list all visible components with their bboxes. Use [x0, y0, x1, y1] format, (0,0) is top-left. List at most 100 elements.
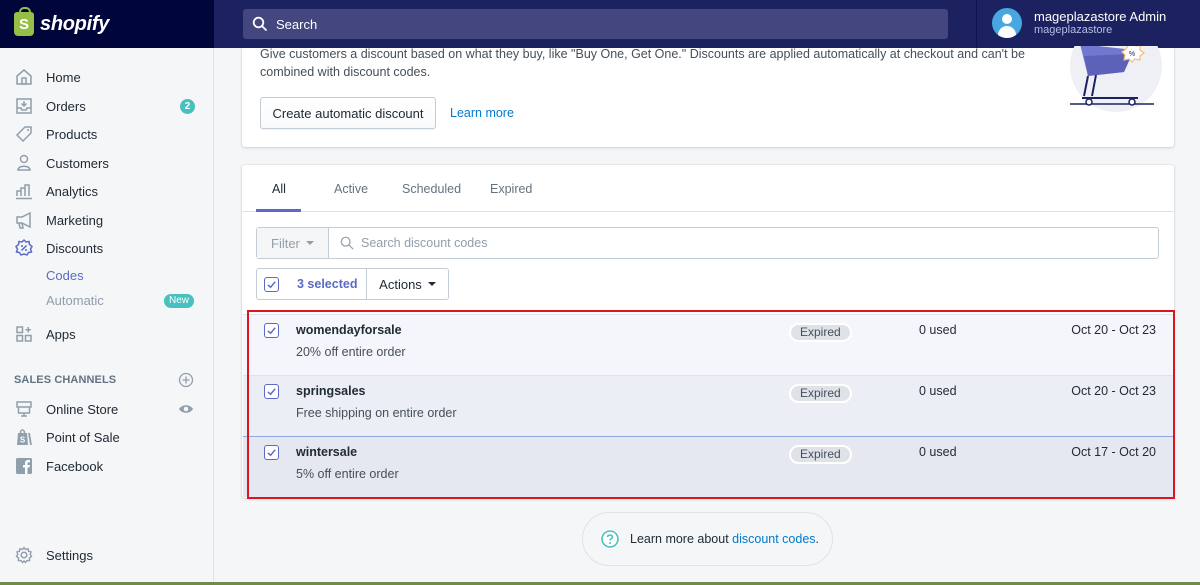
avatar — [992, 8, 1022, 38]
account-divider — [976, 0, 977, 48]
new-badge: New — [164, 294, 195, 308]
tab-expired[interactable]: Expired — [490, 182, 532, 196]
checkmark-icon — [267, 327, 276, 335]
table-row[interactable]: womendayforsale 20% off entire order Exp… — [243, 314, 1173, 375]
sidebar-item-home[interactable]: Home — [0, 64, 213, 90]
status-badge: Expired — [789, 445, 852, 464]
table-row[interactable]: wintersale 5% off entire order Expired 0… — [243, 436, 1173, 497]
date-range: Oct 20 - Oct 23 — [1071, 384, 1156, 398]
active-tab-indicator — [256, 209, 301, 212]
sidebar-item-discounts[interactable]: Discounts — [0, 235, 213, 261]
actions-label: Actions — [379, 276, 422, 292]
account-store: mageplazastore — [1034, 24, 1113, 36]
logo-text: shopify — [40, 12, 110, 35]
date-range: Oct 17 - Oct 20 — [1071, 445, 1156, 459]
sidebar-item-settings[interactable]: Settings — [0, 542, 213, 568]
usage-count: 0 used — [919, 445, 957, 459]
discount-summary: 20% off entire order — [296, 345, 406, 359]
search-placeholder: Search — [276, 16, 318, 32]
status-badge: Expired — [789, 384, 852, 403]
discount-summary: Free shipping on entire order — [296, 406, 457, 420]
sidebar-item-analytics[interactable]: Analytics — [0, 178, 213, 204]
search-icon — [252, 16, 268, 32]
shopping-cart-illustration: % — [1070, 46, 1162, 112]
sidebar-item-apps[interactable]: Apps — [0, 321, 213, 347]
discount-codes-link[interactable]: discount codes — [732, 532, 815, 546]
date-range: Oct 20 - Oct 23 — [1071, 323, 1156, 337]
orders-icon — [14, 96, 34, 116]
select-all-toggle[interactable]: 3 selected — [257, 269, 367, 299]
tab-active[interactable]: Active — [334, 182, 368, 196]
automatic-discount-description: Give customers a discount based on what … — [260, 47, 1025, 79]
tab-scheduled[interactable]: Scheduled — [402, 182, 461, 196]
person-icon — [14, 153, 34, 173]
sidebar-subitem-codes[interactable]: Codes — [46, 268, 84, 283]
filter-bar: Filter Search discount codes — [256, 227, 1159, 259]
checkmark-icon — [267, 449, 276, 457]
learn-more-link[interactable]: Learn more — [450, 106, 514, 120]
row-checkbox[interactable] — [264, 384, 279, 399]
tab-all[interactable]: All — [272, 182, 286, 196]
account-name: mageplazastore Admin — [1034, 9, 1167, 24]
discount-tabs: All Active Scheduled Expired — [242, 165, 1174, 212]
apps-icon — [14, 324, 34, 344]
sidebar-label: Settings — [46, 547, 93, 563]
add-channel-icon[interactable] — [178, 372, 194, 388]
view-store-eye-icon[interactable] — [178, 401, 194, 417]
status-badge: Expired — [789, 323, 852, 342]
shopify-bag-icon: S — [14, 7, 34, 36]
selected-count: 3 selected — [297, 277, 358, 291]
discount-icon — [14, 238, 34, 258]
account-menu[interactable]: mageplazastore Admin mageplazastore — [992, 8, 1166, 38]
sidebar-subitem-automatic[interactable]: Automatic — [46, 293, 104, 308]
usage-count: 0 used — [919, 323, 957, 337]
global-search-input[interactable]: Search — [243, 9, 948, 39]
bulk-actions-bar: 3 selected Actions — [256, 268, 449, 300]
discount-code-name[interactable]: womendayforsale — [296, 323, 402, 337]
sidebar-item-customers[interactable]: Customers — [0, 150, 213, 176]
orders-count-badge: 2 — [180, 98, 195, 114]
sidebar-item-products[interactable]: Products — [0, 121, 213, 147]
pos-bag-icon: S — [14, 427, 34, 447]
checkmark-icon — [267, 280, 276, 288]
filter-label: Filter — [271, 235, 300, 251]
sidebar: Home Orders 2 Products Customers Analyti… — [0, 48, 214, 585]
sidebar-item-point-of-sale[interactable]: S Point of Sale — [0, 424, 213, 450]
usage-count: 0 used — [919, 384, 957, 398]
sidebar-item-marketing[interactable]: Marketing — [0, 207, 213, 233]
discount-codes-card: All Active Scheduled Expired Filter Sear… — [242, 165, 1174, 498]
sidebar-label: Marketing — [46, 212, 104, 228]
sidebar-label: Orders — [46, 98, 86, 114]
row-checkbox[interactable] — [264, 323, 279, 338]
row-checkbox[interactable] — [264, 445, 279, 460]
create-automatic-discount-button[interactable]: Create automatic discount — [260, 97, 436, 129]
sidebar-label: Analytics — [46, 183, 99, 199]
search-discount-codes-input[interactable]: Search discount codes — [329, 228, 487, 258]
sidebar-label: Home — [46, 69, 81, 85]
sidebar-label: Discounts — [46, 240, 104, 256]
help-footer: Learn more about discount codes. — [582, 512, 833, 566]
discount-code-name[interactable]: wintersale — [296, 445, 357, 459]
filter-dropdown[interactable]: Filter — [257, 228, 329, 258]
discount-code-name[interactable]: springsales — [296, 384, 365, 398]
table-row[interactable]: springsales Free shipping on entire orde… — [243, 375, 1173, 436]
sidebar-item-facebook[interactable]: Facebook — [0, 453, 213, 479]
shopify-logo[interactable]: S shopify — [0, 0, 214, 48]
select-all-checkbox[interactable] — [264, 276, 279, 292]
caret-down-icon — [427, 282, 436, 286]
sales-channels-heading: SALES CHANNELS — [14, 374, 117, 386]
store-icon — [14, 399, 34, 419]
automatic-discount-card: Give customers a discount based on what … — [242, 46, 1174, 147]
sidebar-label: Facebook — [46, 458, 104, 474]
search-icon — [340, 236, 354, 250]
gear-icon — [14, 545, 34, 565]
facebook-icon — [14, 456, 34, 476]
bar-chart-icon — [14, 181, 34, 201]
sidebar-item-orders[interactable]: Orders 2 — [0, 93, 213, 119]
megaphone-icon — [14, 210, 34, 230]
svg-text:S: S — [20, 436, 26, 445]
home-icon — [14, 67, 34, 87]
sidebar-label: Point of Sale — [46, 429, 120, 445]
actions-dropdown[interactable]: Actions — [367, 269, 448, 299]
sidebar-label: Products — [46, 126, 98, 142]
